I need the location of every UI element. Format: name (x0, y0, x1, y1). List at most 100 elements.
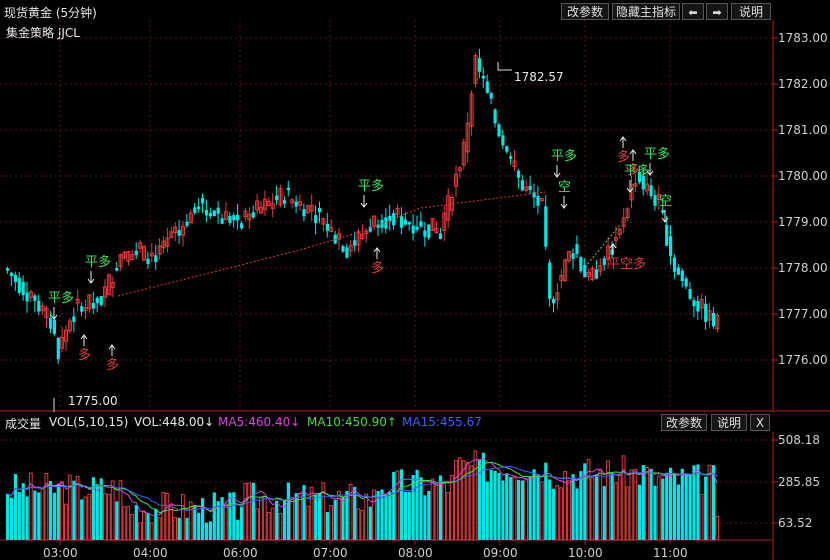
volume-bar-up (539, 481, 544, 541)
price-chart[interactable]: 1783.00 1782.00 1781.00 1780.00 1779.00 1778.… (0, 20, 830, 412)
candle-down (228, 215, 232, 223)
price-tick-label: 1778.00 (778, 261, 828, 275)
signal-label: 平多 (551, 148, 577, 164)
candle-down (419, 221, 423, 227)
volume-bar-up (173, 517, 177, 541)
candle-down (177, 230, 181, 236)
volume-bar-up (130, 513, 135, 541)
volume-bar-down (548, 479, 552, 540)
volume-bar-down (25, 496, 29, 540)
volume-bar-down (552, 488, 556, 540)
trend-line (117, 191, 546, 297)
ma15-value: MA15:455.67 (402, 415, 482, 429)
volume-bar-down (423, 495, 427, 540)
signal-label: 平多 (624, 163, 650, 179)
volume-bar-down (204, 522, 209, 540)
candle-down (91, 302, 95, 309)
volume-bar-down (520, 480, 524, 540)
scroll-left-button[interactable]: ⬅ (682, 3, 704, 20)
signal-label: 平多 (644, 146, 670, 162)
volume-bar-up (461, 460, 466, 541)
candle-down (17, 277, 21, 293)
price-tick-label: 1783.00 (778, 31, 828, 45)
volume-bar-up (430, 478, 435, 541)
volume-bar-down (392, 471, 396, 540)
volume-bar-down (341, 497, 345, 540)
volume-bar-up (446, 492, 451, 541)
candle-down (427, 224, 431, 238)
volume-bar-down (403, 491, 407, 540)
volume-bar-down (594, 474, 599, 540)
signal-label: 多 (78, 347, 91, 363)
volume-bar-down (115, 501, 119, 540)
time-tick-label: 04:00 (133, 546, 168, 560)
volume-bar-up (259, 497, 263, 541)
volume-bar-up (621, 455, 626, 541)
volume-bar-up (656, 475, 661, 541)
candle-down (680, 270, 684, 282)
volume-bar-down (509, 477, 513, 540)
candle-down (146, 258, 150, 265)
volume-bar-up (617, 474, 622, 541)
candle-down (56, 337, 60, 360)
volume-bar-down (185, 517, 189, 540)
volume-bar-down (33, 490, 37, 540)
volume-bar-down (6, 493, 10, 540)
volume-bar-down (146, 513, 150, 540)
help-button[interactable]: 说明 (731, 3, 771, 20)
hide-indicator-button[interactable]: 隐藏主指标 (612, 3, 680, 20)
volume-bar-down (318, 493, 322, 540)
volume-bar-up (450, 475, 454, 541)
candle-down (197, 206, 201, 210)
volume-bar-down (21, 483, 25, 540)
volume-bar-up (356, 508, 361, 541)
candle-down (201, 197, 205, 204)
scroll-right-button[interactable]: ➡ (706, 3, 728, 20)
volume-bar-down (325, 512, 329, 540)
volume-chart[interactable]: 508.18 285.85 63.52 03:00 04:00 06:00 07:00 08:… (0, 432, 830, 560)
volume-bar-down (197, 512, 201, 540)
signal-label: 平空多 (607, 256, 646, 272)
candle-down (345, 247, 349, 258)
volume-bar-up (469, 465, 474, 541)
volume-bar-down (240, 506, 244, 540)
volume-bar-down (481, 452, 485, 540)
candle-down (204, 209, 209, 216)
time-tick-label: 10:00 (568, 546, 603, 560)
candle-down (403, 219, 407, 225)
volume-bar-down (501, 480, 505, 540)
vol-close-button[interactable]: X (750, 414, 770, 431)
candle-down (275, 195, 279, 201)
volume-bar-up (598, 469, 603, 541)
candle-down (294, 201, 298, 207)
volume-bar-down (672, 473, 677, 540)
volume-bar-down (177, 517, 181, 540)
low-price-label: 1775.00 (68, 394, 118, 408)
vol-params-button[interactable]: 改参数 (661, 414, 707, 431)
vol-value: VOL:448.00↓ (134, 415, 215, 429)
params-button[interactable]: 改参数 (561, 3, 609, 20)
volume-bar-down (532, 469, 536, 540)
volume-bar-down (602, 486, 606, 540)
volume-bar-up (298, 493, 302, 541)
candle-down (672, 257, 677, 272)
signal-label: 空 (659, 194, 672, 209)
volume-bar-up (473, 450, 478, 541)
candle-down (341, 246, 345, 252)
ma5-value: MA5:460.40↓ (218, 415, 301, 429)
volume-bar-down (154, 508, 158, 540)
candle-down (411, 225, 415, 234)
candle-down (415, 226, 419, 230)
candle-down (318, 207, 322, 213)
candle-down (493, 109, 497, 124)
candle-down (193, 207, 197, 213)
candle-down (575, 244, 579, 254)
candle-down (282, 200, 287, 204)
candle-down (52, 319, 56, 334)
volume-bar-up (512, 476, 517, 541)
vol-help-button[interactable]: 说明 (711, 414, 747, 431)
candle-down (528, 185, 532, 190)
candle-down (536, 195, 540, 206)
candle-down (95, 297, 99, 304)
candle-down (384, 217, 388, 229)
